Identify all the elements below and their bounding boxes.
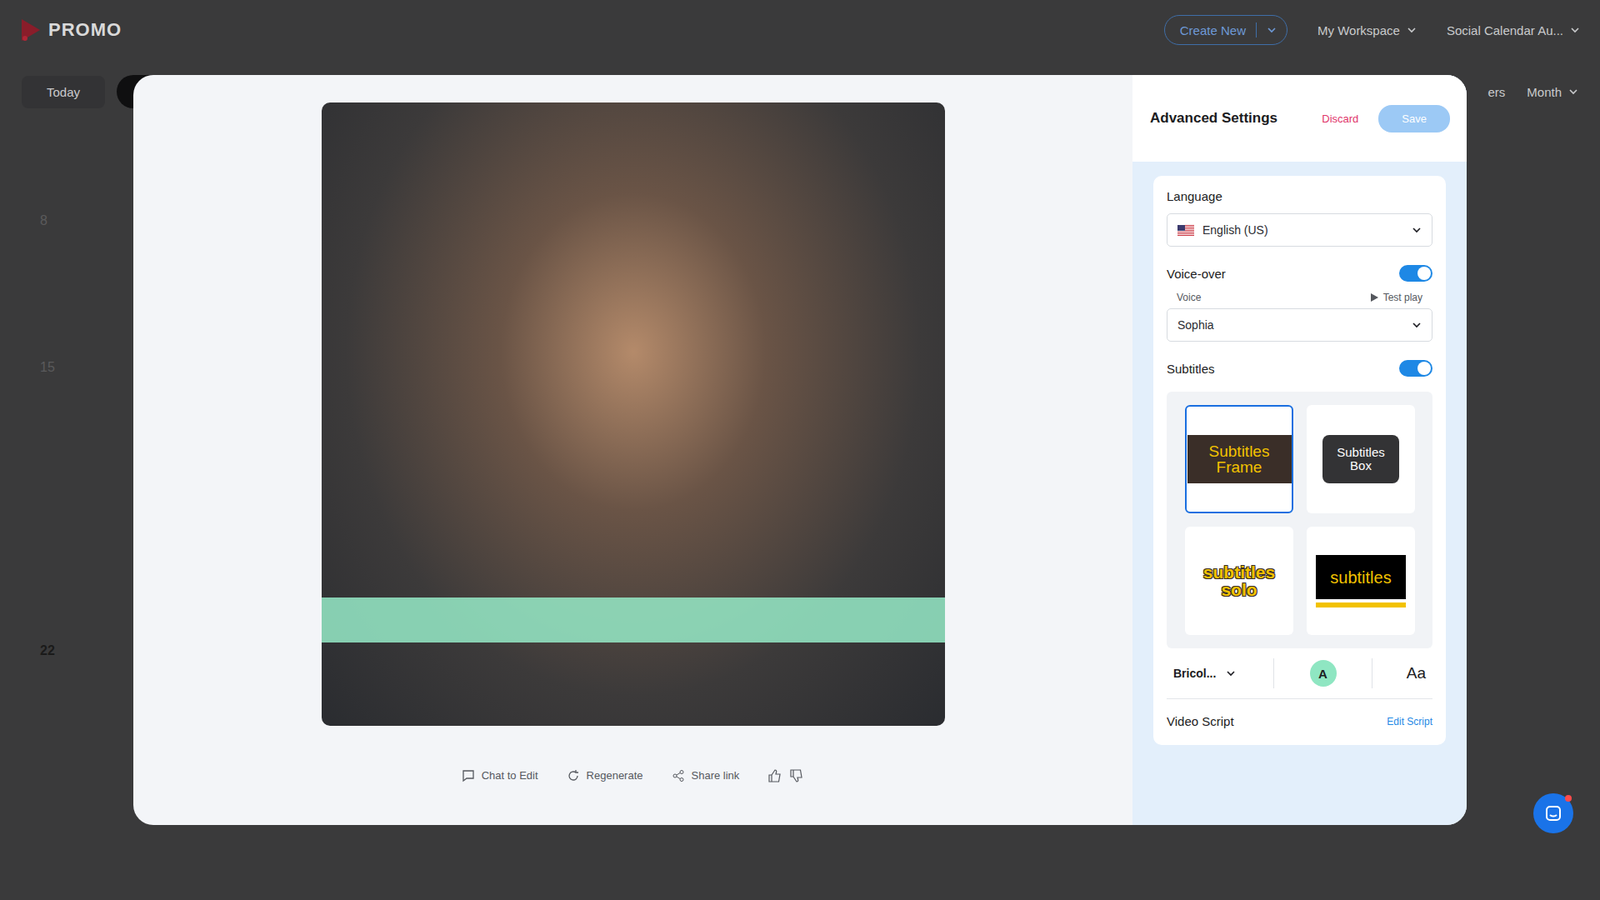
subtitle-solo-preview: subtitles solo <box>1193 563 1285 599</box>
subtitle-bar-preview: subtitles <box>1315 555 1406 608</box>
create-new-button[interactable]: Create New <box>1164 15 1288 45</box>
subtitle-format-row: Bricol... A Aa <box>1166 648 1433 699</box>
subtitle-bar-text: subtitles <box>1315 555 1406 600</box>
text-size-button[interactable]: Aa <box>1372 664 1426 683</box>
chevron-down-icon <box>1406 25 1417 35</box>
action-bar: Chat to Edit Regenerate Share link <box>461 725 805 825</box>
action-button[interactable]: Share link <box>671 769 740 783</box>
subtitle-band <box>321 597 945 643</box>
preview-column: Chat to Edit Regenerate Share link <box>133 75 1133 825</box>
view-select[interactable]: Month <box>1526 85 1579 100</box>
language-label: Language <box>1166 189 1433 204</box>
settings-card: Language English (US) Voice-over Voice Test … <box>1153 175 1446 745</box>
subtitle-bar-line <box>1315 602 1406 608</box>
settings-title: Advanced Settings <box>1150 110 1322 127</box>
language-select[interactable]: English (US) <box>1166 213 1433 247</box>
logo-play-icon <box>20 17 42 43</box>
save-button[interactable]: Save <box>1378 105 1450 133</box>
font-select[interactable]: Bricol... <box>1173 666 1274 680</box>
video-modal: Chat to Edit Regenerate Share link Advanced… <box>133 75 1467 825</box>
settings-header: Advanced SettingsDiscard Save <box>1132 75 1467 162</box>
script-label: Video Script <box>1166 714 1235 729</box>
chevron-down-icon <box>1570 25 1580 35</box>
divider <box>1166 698 1433 700</box>
chat-widget-button[interactable] <box>1533 793 1574 834</box>
subtitles-label: Subtitles <box>1166 361 1215 376</box>
voice-select[interactable]: Sophia <box>1166 308 1433 342</box>
unread-badge <box>1565 795 1572 802</box>
chat-icon <box>1544 804 1563 823</box>
feedback-buttons <box>767 768 805 784</box>
video-preview[interactable] <box>321 102 945 726</box>
subtitles-toggle[interactable] <box>1399 360 1433 377</box>
filters-button[interactable]: ers <box>1487 85 1505 100</box>
subtitle-style-tile[interactable]: subtitles <box>1306 526 1415 635</box>
us-flag-icon <box>1177 225 1195 236</box>
chat-edit-icon <box>461 769 475 783</box>
workspace-menu[interactable]: My Workspace <box>1317 23 1417 38</box>
voice-label: Voice <box>1176 291 1201 304</box>
subtitle-style-tile[interactable]: Subtitles Box <box>1306 405 1415 514</box>
advanced-settings-panel: Advanced SettingsDiscard Save Language Engl… <box>1132 75 1467 825</box>
thumbs-down-icon[interactable] <box>789 768 805 784</box>
script-row: Video Script Edit Script <box>1166 714 1433 729</box>
chevron-down-icon <box>1225 668 1236 679</box>
modal-overlay: Chat to Edit Regenerate Share link Advanced… <box>0 0 1600 900</box>
top-bar: PROMO Create New My Workspace Social Calend… <box>0 0 1600 60</box>
regenerate-icon <box>566 769 580 783</box>
subtitles-row: Subtitles <box>1166 360 1433 377</box>
logo[interactable]: PROMO <box>20 17 122 43</box>
chevron-down-icon <box>1266 25 1277 35</box>
voiceover-toggle[interactable] <box>1399 265 1433 282</box>
calendar-page: PROMO Create New My Workspace Social Calend… <box>0 0 1600 900</box>
subtitle-box-preview: Subtitles Box <box>1322 435 1400 484</box>
color-picker[interactable]: A <box>1310 660 1337 687</box>
share-icon <box>671 769 685 783</box>
subtitle-style-grid: Subtitles Frame Subtitles Box subtitles so… <box>1166 391 1433 649</box>
color-cell: A <box>1274 660 1372 687</box>
voiceover-row: Voice-over <box>1166 265 1433 282</box>
play-icon <box>1370 293 1379 302</box>
edit-script-link[interactable]: Edit Script <box>1386 715 1433 728</box>
discard-button[interactable]: Discard <box>1321 112 1359 125</box>
chevron-down-icon <box>1568 86 1579 97</box>
subtitle-frame-preview: Subtitles Frame <box>1187 435 1292 484</box>
voice-row: Voice Test play <box>1166 291 1433 304</box>
chevron-down-icon <box>1411 320 1422 330</box>
subtitle-style-tile[interactable]: subtitles solo <box>1185 526 1294 635</box>
voiceover-label: Voice-over <box>1166 266 1226 281</box>
action-button[interactable]: Regenerate <box>566 769 644 783</box>
subtitle-style-tile[interactable]: Subtitles Frame <box>1185 405 1294 514</box>
action-button[interactable]: Chat to Edit <box>461 769 539 783</box>
test-play-button[interactable]: Test play <box>1370 291 1423 304</box>
chevron-down-icon <box>1411 225 1422 235</box>
today-button[interactable]: Today <box>21 75 105 109</box>
calendar-menu[interactable]: Social Calendar Au... <box>1446 23 1580 38</box>
thumbs-up-icon[interactable] <box>767 768 783 784</box>
